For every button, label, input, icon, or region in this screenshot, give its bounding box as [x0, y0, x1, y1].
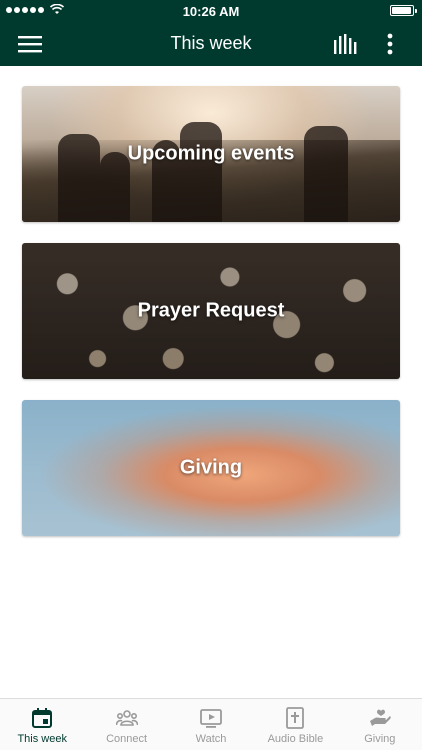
card-title: Prayer Request [137, 299, 285, 322]
status-bar: 10:26 AM [0, 0, 422, 22]
giving-hand-icon [369, 709, 391, 726]
tab-label: Audio Bible [267, 733, 324, 745]
bottom-navigation: This week Connect Watch Audio Bible Givi… [0, 698, 422, 750]
tab-label: Watch [195, 733, 227, 745]
card-prayer-request[interactable]: Prayer Request [22, 243, 400, 379]
people-icon [115, 710, 138, 726]
tab-giving[interactable]: Giving [338, 699, 422, 750]
tab-audio-bible[interactable]: Audio Bible [253, 699, 337, 750]
bible-icon [286, 707, 305, 729]
card-title: Giving [179, 456, 243, 479]
tab-label: Connect [106, 733, 148, 745]
play-video-icon [200, 709, 222, 728]
tab-label: This week [17, 733, 67, 745]
tab-watch[interactable]: Watch [169, 699, 253, 750]
status-time: 10:26 AM [182, 4, 240, 19]
more-options-button[interactable] [376, 30, 404, 58]
cards-list: Upcoming events Prayer Request Giving [22, 86, 400, 557]
card-giving[interactable]: Giving [22, 400, 400, 536]
battery-icon [390, 5, 417, 16]
tab-connect[interactable]: Connect [84, 699, 168, 750]
app-bar: This week [0, 22, 422, 66]
card-upcoming-events[interactable]: Upcoming events [22, 86, 400, 222]
calendar-icon [32, 708, 53, 728]
stats-button[interactable] [328, 30, 362, 58]
tab-this-week[interactable]: This week [0, 699, 84, 750]
tab-label: Giving [364, 733, 396, 745]
card-title: Upcoming events [127, 142, 295, 165]
bar-chart-icon [334, 34, 357, 54]
more-vertical-icon [387, 33, 393, 55]
